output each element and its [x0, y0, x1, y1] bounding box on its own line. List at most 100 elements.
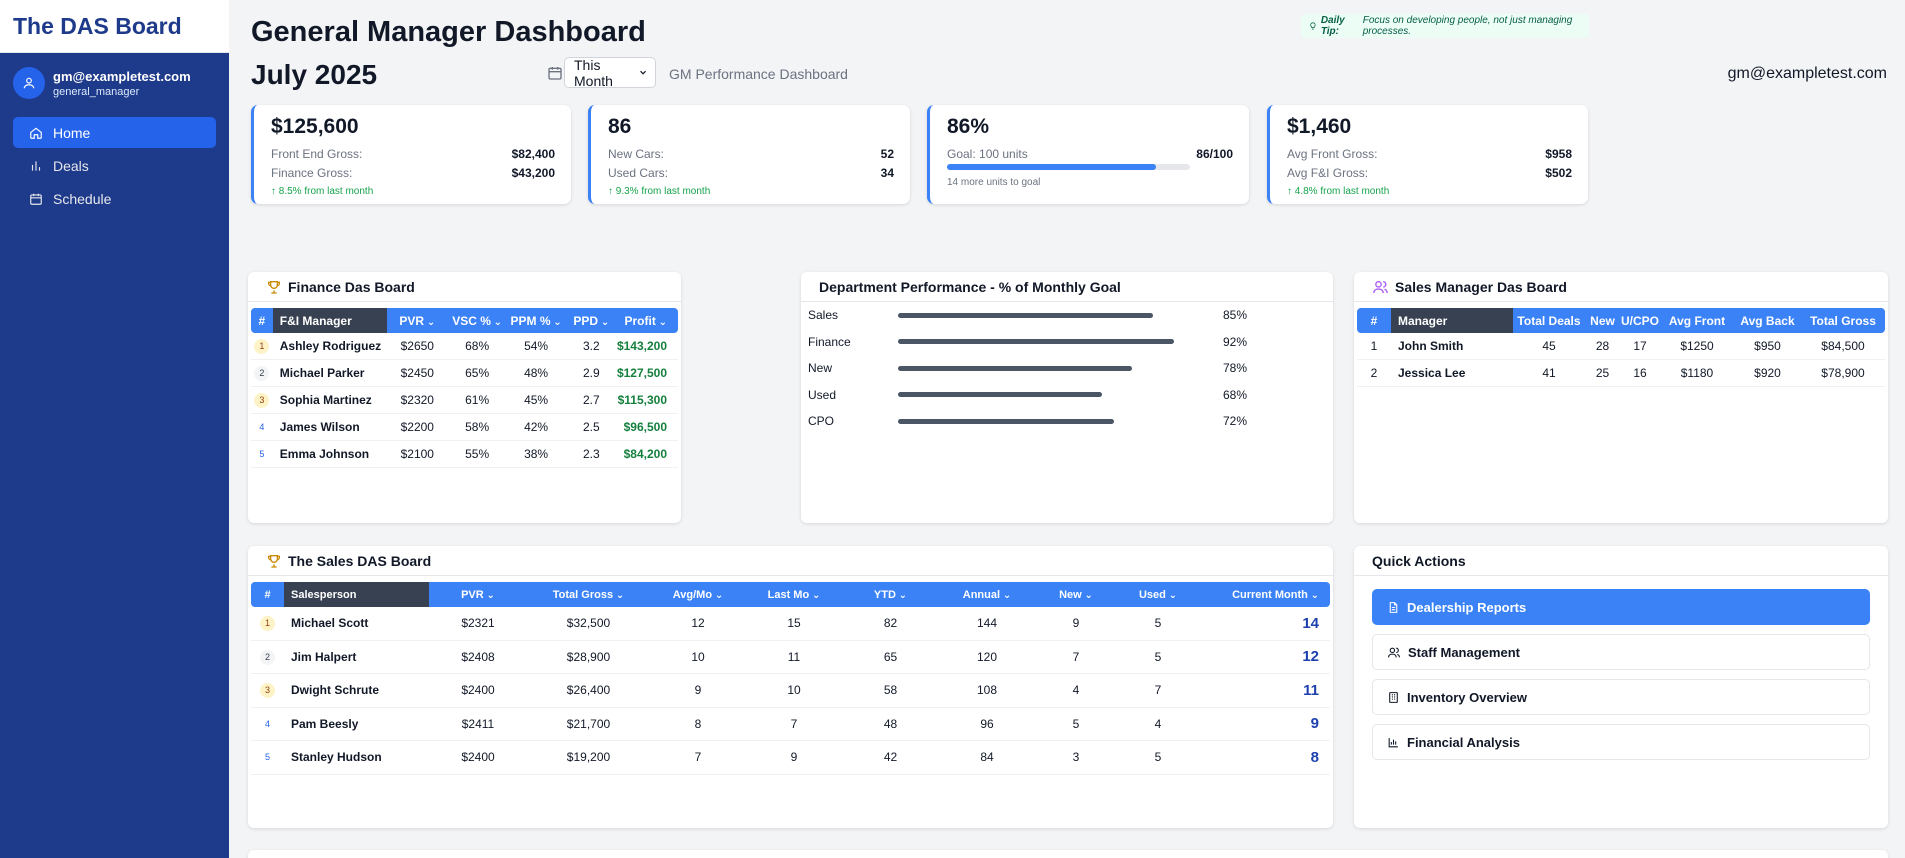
used-cell: 5: [1117, 741, 1199, 775]
column-header[interactable]: Annual: [939, 582, 1035, 607]
kpi-value: $125,600: [271, 115, 359, 138]
sidebar: The DAS Board gm@exampletest.com general…: [0, 0, 229, 858]
current-month-cell: 12: [1199, 641, 1330, 674]
column-header[interactable]: U/CPO: [1620, 308, 1660, 333]
avg-back-cell: $920: [1734, 360, 1801, 387]
user-avatar-icon: [13, 67, 45, 99]
sidebar-item-schedule[interactable]: Schedule: [13, 183, 216, 214]
column-header[interactable]: Profit: [616, 308, 678, 333]
department-label: Sales: [808, 308, 839, 323]
column-header[interactable]: Total Gross: [527, 582, 650, 607]
card-title: The Sales DAS Board: [248, 546, 1333, 576]
column-header[interactable]: New: [1585, 308, 1620, 333]
kpi-value: 86: [608, 115, 632, 138]
financial-analysis-button[interactable]: Financial Analysis: [1372, 724, 1870, 760]
card-title: Quick Actions: [1354, 546, 1888, 576]
column-header[interactable]: Last Mo: [746, 582, 842, 607]
sidebar-item-label: Deals: [53, 157, 89, 174]
total-gross-cell: $26,400: [527, 674, 650, 708]
department-percent: 72%: [1222, 414, 1247, 429]
bar-fill: [898, 392, 1102, 398]
staff-management-button[interactable]: Staff Management: [1372, 634, 1870, 670]
salesperson-name: Michael Scott: [284, 607, 429, 641]
pvr-cell: $2100: [386, 441, 448, 468]
table-row[interactable]: 4 Pam Beesly $2411 $21,700 8 7 48 96 5 4 9: [251, 708, 1330, 741]
avg-month-cell: 7: [650, 741, 746, 775]
bar-fill: [898, 365, 1132, 371]
sidebar-item-home[interactable]: Home: [13, 117, 216, 148]
dashboard-subtitle: GM Performance Dashboard: [669, 66, 848, 82]
table-row[interactable]: 5 Emma Johnson $2100 55% 38% 2.3 $84,200: [251, 441, 678, 468]
table-row[interactable]: 2 Michael Parker $2450 65% 48% 2.9 $127,500: [251, 360, 678, 387]
rank-badge: 1: [260, 616, 275, 632]
profit-cell: $143,200: [616, 333, 678, 360]
ytd-cell: 65: [842, 641, 939, 674]
column-header: #: [251, 582, 284, 607]
table-row[interactable]: 1 Michael Scott $2321 $32,500 12 15 82 144 9 5 14: [251, 607, 1330, 641]
table-row[interactable]: 1 John Smith 45 28 17 $1250 $950 $84,500: [1357, 333, 1885, 360]
manager-name: John Smith: [1391, 333, 1513, 360]
kpi-total-gross: $125,600 Front End Gross: $82,400 Finance…: [251, 105, 571, 204]
arrow-up-icon: ↑: [271, 186, 279, 197]
rank-cell: 4: [251, 708, 284, 741]
column-header[interactable]: Manager: [1391, 308, 1513, 333]
brand-logo[interactable]: The DAS Board: [0, 0, 229, 53]
column-header[interactable]: PPD: [565, 308, 617, 333]
column-header[interactable]: Current Month: [1199, 582, 1330, 607]
ppd-cell: 3.2: [565, 333, 617, 360]
table-row[interactable]: 2 Jim Halpert $2408 $28,900 10 11 65 120 7 5 12: [251, 641, 1330, 674]
arrow-up-icon: ↑: [608, 186, 616, 197]
manager-name: Emma Johnson: [272, 441, 387, 468]
column-header[interactable]: VSC %: [447, 308, 507, 333]
column-header[interactable]: F&I Manager: [272, 308, 387, 333]
column-header[interactable]: Avg/Mo: [650, 582, 746, 607]
ppm-cell: 42%: [506, 414, 566, 441]
kpi-number: $43,200: [511, 166, 555, 180]
period-select[interactable]: This Month: [564, 57, 656, 89]
card-title-text: Finance Das Board: [288, 278, 415, 295]
rank-cell: 3: [251, 387, 273, 414]
total-gross-cell: $78,900: [1801, 360, 1885, 387]
table-row[interactable]: 5 Stanley Hudson $2400 $19,200 7 9 42 84 3 5 8: [251, 741, 1330, 775]
users-icon: [1388, 647, 1400, 657]
column-header[interactable]: Avg Front: [1660, 308, 1734, 333]
department-bar-row: CPO 72%: [801, 408, 1333, 435]
ytd-cell: 42: [842, 741, 939, 775]
kpi-number: 34: [880, 166, 894, 180]
table-row[interactable]: 3 Sophia Martinez $2320 61% 45% 2.7 $115,300: [251, 387, 678, 414]
column-header[interactable]: PPM %: [506, 308, 566, 333]
button-label: Financial Analysis: [1407, 734, 1520, 750]
table-row[interactable]: 3 Dwight Schrute $2400 $26,400 9 10 58 108 4 7 11: [251, 674, 1330, 708]
salesperson-name: Dwight Schrute: [284, 674, 429, 708]
annual-cell: 108: [939, 674, 1035, 708]
column-header: #: [1357, 308, 1391, 333]
table-row[interactable]: 4 James Wilson $2200 58% 42% 2.5 $96,500: [251, 414, 678, 441]
column-header[interactable]: Used: [1117, 582, 1199, 607]
table-row[interactable]: 2 Jessica Lee 41 25 16 $1180 $920 $78,900: [1357, 360, 1885, 387]
column-header[interactable]: Total Deals: [1513, 308, 1585, 333]
rank-cell: 1: [251, 333, 273, 360]
department-performance-card: Department Performance - % of Monthly Go…: [801, 272, 1333, 523]
column-header[interactable]: Avg Back: [1734, 308, 1801, 333]
column-header[interactable]: New: [1035, 582, 1117, 607]
column-header[interactable]: YTD: [842, 582, 939, 607]
column-header[interactable]: Total Gross: [1801, 308, 1885, 333]
goal-progress-fill: [947, 164, 1156, 170]
dealership-reports-button[interactable]: Dealership Reports: [1372, 589, 1870, 625]
table-row[interactable]: 1 Ashley Rodriguez $2650 68% 54% 3.2 $143,200: [251, 333, 678, 360]
department-percent: 92%: [1222, 334, 1247, 349]
rank-badge: 3: [260, 683, 275, 699]
user-profile[interactable]: gm@exampletest.com general_manager: [0, 53, 229, 111]
inventory-overview-button[interactable]: Inventory Overview: [1372, 679, 1870, 715]
column-header: #: [251, 308, 273, 333]
bar-track: [898, 365, 1198, 371]
column-header[interactable]: PVR: [429, 582, 527, 607]
profit-cell: $115,300: [616, 387, 678, 414]
rank-cell: 2: [251, 641, 284, 674]
rank-cell: 3: [251, 674, 284, 708]
daily-tip: Daily Tip: Focus on developing people, n…: [1301, 14, 1589, 38]
column-header[interactable]: PVR: [386, 308, 448, 333]
kpi-label: Avg F&I Gross:: [1287, 166, 1369, 180]
sidebar-item-deals[interactable]: Deals: [13, 150, 216, 181]
column-header[interactable]: Salesperson: [284, 582, 429, 607]
